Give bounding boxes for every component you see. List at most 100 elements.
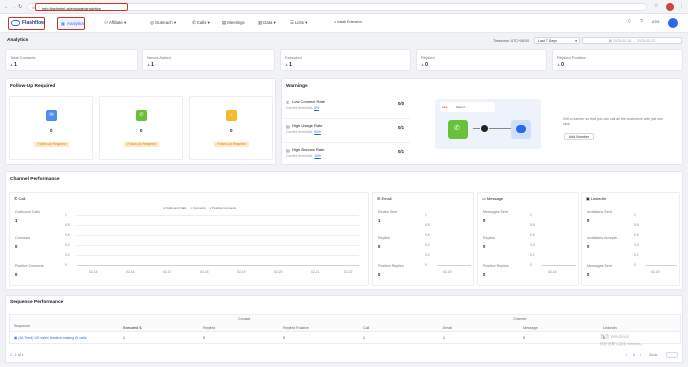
y-tick: 0 <box>530 263 532 267</box>
y-tick: 1 <box>65 213 67 217</box>
followup-value: 0 <box>230 128 233 133</box>
threshold-link[interactable]: 5% <box>314 106 319 110</box>
followup-button-label: Follow-Up Required <box>217 142 246 146</box>
y-tick: 0.4 <box>65 243 70 247</box>
warning-title: High Usage Rate <box>292 123 323 128</box>
pagination-page[interactable]: 1 <box>633 353 635 357</box>
threshold-link[interactable]: 10% <box>314 154 321 158</box>
stat-card: Executed ♟ 1 <box>280 49 411 71</box>
chevron-down-icon: ▾ <box>575 39 577 43</box>
message-title: Message <box>486 196 504 201</box>
nav-lists[interactable]: ☰ Lists ▾ <box>290 20 307 26</box>
legend-item: Positive Connects <box>212 206 237 210</box>
metric-value: 0 <box>483 218 486 223</box>
nav-lists-label: Lists <box>295 20 304 25</box>
y-tick: 1 <box>425 213 427 217</box>
col-executed[interactable]: Executed ⇅ <box>123 326 142 330</box>
nav-analytics[interactable]: ▦ Analytics <box>57 17 85 30</box>
warning-row: ✆ Low Connect Rate Current threshold: 5%… <box>285 96 410 119</box>
avatar[interactable] <box>668 18 678 28</box>
gridline <box>77 225 359 226</box>
metric-label: Positive Connects <box>15 264 44 268</box>
group-header-contact: Contact <box>238 317 251 321</box>
stat-value: 1 <box>289 62 292 68</box>
cell-message: 0 <box>523 336 525 340</box>
profile-icon[interactable] <box>666 2 674 11</box>
add-number-button[interactable]: Add Number <box>564 133 594 140</box>
nav-data[interactable]: ▥ Data ▾ <box>258 20 276 26</box>
gridline <box>77 215 359 216</box>
stat-card: Replied Positive ♟ 0 <box>552 49 683 71</box>
warning-sub: Current threshold: <box>286 106 314 110</box>
date-to: 2025-02-22 <box>637 39 656 43</box>
followup-value: 0 <box>50 128 53 133</box>
watermark-title: 激活 Windows <box>600 334 630 339</box>
nav-affiliate[interactable]: ⚇ Affiliate ▾ <box>104 20 126 26</box>
help-icon[interactable]: ? <box>640 19 643 25</box>
range-select[interactable]: Last 7 Days ▾ <box>534 37 580 44</box>
brand-name[interactable]: Flashflow <box>22 20 45 26</box>
followup-button[interactable]: Follow-Up Required <box>214 142 249 147</box>
stat-card: Nexus Added ♟ 1 <box>142 49 275 71</box>
x-tick: 02-17 <box>163 270 172 274</box>
stat-label: Replied <box>421 55 435 60</box>
y-tick: 0.2 <box>530 253 535 257</box>
avatar-label[interactable]: ATM <box>652 20 659 24</box>
back-icon[interactable]: ← <box>4 4 9 10</box>
followup-card-email: ✉ 0 Follow-Up Required <box>9 96 93 160</box>
y-tick: 0.8 <box>634 223 639 227</box>
connector-line <box>473 128 480 129</box>
metric-label: Positive Replies <box>378 264 404 268</box>
y-tick: 0.8 <box>65 223 70 227</box>
goto-input[interactable] <box>666 351 678 358</box>
gridline <box>77 235 359 236</box>
y-tick: 1 <box>530 213 532 217</box>
metric-value: 1 <box>378 218 381 223</box>
x-tick: 02-15 <box>443 270 452 274</box>
sequence-title: Sequence Performance <box>10 300 64 305</box>
followup-button[interactable]: Follow-Up Required <box>34 142 69 147</box>
y-tick: 0 <box>634 263 636 267</box>
nav-install-extension-label: Install Extension <box>337 20 362 24</box>
nav-calls[interactable]: ✆ Calls ▾ <box>192 20 210 26</box>
wifi-icon[interactable]: ⌔ <box>627 19 632 25</box>
browser-mock: ●●● https://... <box>440 102 495 112</box>
brand-logo-icon <box>11 20 20 26</box>
bell-icon: ♪ <box>226 110 237 121</box>
nav-meetings[interactable]: ▤ Meetings <box>222 20 245 26</box>
date-range-picker[interactable]: ▤ 2025-02-16 → 2025-02-22 <box>582 37 682 44</box>
table-row[interactable]: ▣ (AI-Tried) US sales leaders making AI … <box>10 333 680 344</box>
nav-outreach[interactable]: ◎ Outreach ▾ <box>150 20 176 26</box>
followup-button[interactable]: Follow-Up Required <box>124 142 159 147</box>
usage-icon: ▤ <box>286 124 290 129</box>
add-number-label: Add Number <box>568 135 590 139</box>
nav-install-extension[interactable]: ● Install Extension <box>334 20 362 24</box>
gridline <box>77 245 359 246</box>
bookmark-icon[interactable]: ☆ <box>654 3 658 9</box>
warnings-panel: Warnings ✆ Low Connect Rate Current thre… <box>281 78 683 165</box>
cell-email: 1 <box>443 336 445 340</box>
stat-label: Executed <box>285 55 302 60</box>
pagination-next-icon[interactable]: › <box>640 353 641 357</box>
followup-button-label: Follow-Up Required <box>127 142 156 146</box>
email-chart-area: 1 0.8 0.6 0.4 0.2 0 02-15 <box>425 213 473 283</box>
flashflow-tile-icon <box>511 120 531 139</box>
menu-icon[interactable]: ⋮ <box>679 3 684 9</box>
promo-illustration: ●●● https://... ✆ <box>435 99 541 149</box>
pagination-prev-icon[interactable]: ‹ <box>626 353 627 357</box>
y-tick: 0.2 <box>425 253 430 257</box>
call-title: Call <box>18 196 26 201</box>
nav-analytics-label: Analytics <box>67 20 85 26</box>
sequence-name-link[interactable]: ▣ (AI-Tried) US sales leaders making AI … <box>14 336 87 340</box>
sequence-table: Contact Channel Sequence Executed ⇅ Repl… <box>9 314 681 344</box>
sequence-panel: Sequence Performance Contact Channel Seq… <box>5 295 683 363</box>
x-tick: 02-22 <box>344 270 353 274</box>
reload-icon[interactable]: ↻ <box>18 4 22 10</box>
x-tick: 02-16 <box>126 270 135 274</box>
threshold-link[interactable]: 50% <box>314 130 321 134</box>
warnings-title: Warnings <box>286 84 308 89</box>
forward-icon[interactable]: → <box>11 4 16 10</box>
x-tick: 02-15 <box>548 270 557 274</box>
cell-replied: 0 <box>203 336 205 340</box>
linkedin-chart-area: 1 0.8 0.6 0.4 0.2 0 02-15 <box>634 213 679 283</box>
